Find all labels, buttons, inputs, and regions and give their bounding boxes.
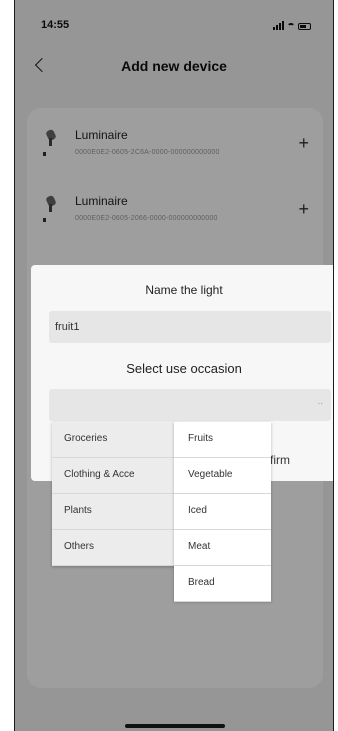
option-item[interactable]: Iced [174,494,271,530]
phone-screen: 14:55 Add new device Luminaire 0000E0E2-… [14,0,334,731]
light-name-input[interactable] [49,311,331,343]
home-indicator[interactable] [125,724,225,728]
occasion-select[interactable]: ·· [49,389,331,421]
category-column: Groceries Clothing & Acce Plants Others [52,422,176,566]
dialog-title: Name the light [145,283,223,297]
confirm-button[interactable]: firm [270,453,290,467]
category-item[interactable]: Plants [52,494,176,530]
option-column: Fruits Vegetable Iced Meat Bread [174,422,271,602]
category-item[interactable]: Clothing & Acce [52,458,176,494]
option-item[interactable]: Fruits [174,422,271,458]
option-item[interactable]: Bread [174,566,271,602]
category-item[interactable]: Groceries [52,422,176,458]
dropdown-chevron-icon: ·· [317,399,323,408]
option-item[interactable]: Meat [174,530,271,566]
occasion-label: Select use occasion [126,361,242,376]
category-item[interactable]: Others [52,530,176,566]
option-item[interactable]: Vegetable [174,458,271,494]
